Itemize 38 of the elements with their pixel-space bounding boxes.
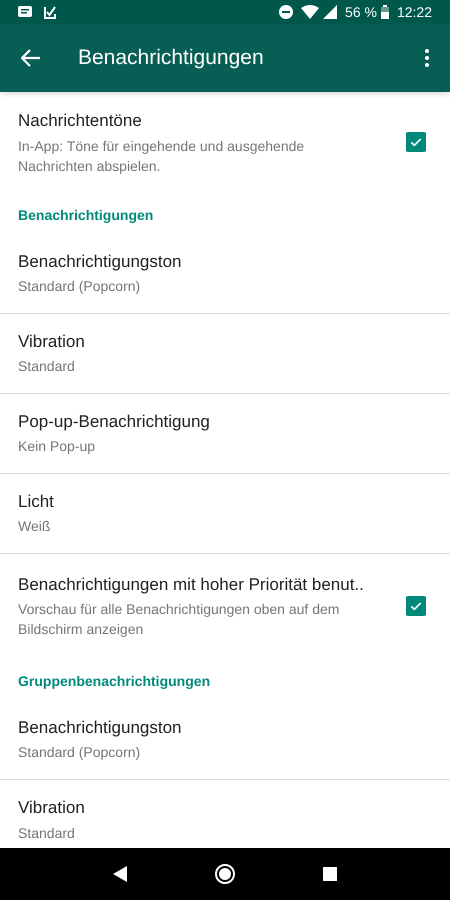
setting-title: Benachrichtigungston bbox=[18, 716, 183, 739]
section-header: Benachrichtigungen bbox=[18, 206, 154, 225]
home-button[interactable] bbox=[214, 863, 236, 885]
settings-item[interactable]: Benachrichtigungston Standard (Popcorn) bbox=[0, 700, 450, 780]
setting-summary: Standard bbox=[18, 357, 76, 376]
settings-item[interactable]: Vibration Standard bbox=[0, 780, 450, 848]
setting-summary: In-App: Töne für eingehende und ausgehende Nachrichten abspielen. bbox=[18, 136, 306, 176]
setting-title: Pop-up-Benachrichtigung bbox=[18, 410, 211, 433]
setting-title: Vibration bbox=[18, 797, 86, 820]
setting-summary: Kein Pop-up bbox=[18, 437, 96, 456]
back-nav-button[interactable] bbox=[113, 866, 128, 882]
check-icon bbox=[44, 6, 56, 18]
checkbox[interactable] bbox=[406, 596, 426, 616]
setting-title: Licht bbox=[18, 490, 55, 513]
setting-summary: Standard (Popcorn) bbox=[18, 743, 142, 762]
checkbox[interactable] bbox=[406, 132, 426, 152]
settings-item[interactable]: Pop-up-Benachrichtigung Kein Pop-up bbox=[0, 394, 450, 474]
signal-icon bbox=[323, 5, 338, 19]
recents-button[interactable] bbox=[322, 867, 337, 881]
setting-title: Benachrichtigungston bbox=[18, 250, 183, 273]
clock: 12:22 bbox=[396, 2, 432, 22]
setting-summary: Standard bbox=[18, 824, 76, 843]
setting-title: Nachrichtentöne bbox=[18, 110, 143, 132]
settings-item[interactable]: Benachrichtigungston Standard (Popcorn) bbox=[0, 234, 450, 314]
setting-title: Vibration bbox=[18, 330, 86, 353]
setting-summary: Weiß bbox=[18, 517, 52, 536]
settings-item[interactable]: Licht Weiß bbox=[0, 474, 450, 554]
message-icon bbox=[18, 6, 32, 18]
setting-summary: Standard (Popcorn) bbox=[18, 277, 142, 296]
battery-icon bbox=[380, 5, 389, 19]
screen-title: Benachrichtigungen bbox=[78, 45, 265, 72]
settings-item[interactable]: Vibration Standard bbox=[0, 314, 450, 394]
wifi-icon bbox=[301, 5, 320, 19]
setting-summary: Vorschau für alle Benachrichtigungen oben auf dem Bildschirm anzeigen bbox=[18, 600, 340, 640]
battery-percent: 56 % bbox=[345, 2, 377, 22]
section-header: Gruppenbenachrichtigungen bbox=[18, 672, 210, 691]
setting-title: Benachrichtigungen mit hoher Priorität benut.. bbox=[18, 574, 365, 596]
do-not-disturb-icon bbox=[279, 5, 294, 19]
